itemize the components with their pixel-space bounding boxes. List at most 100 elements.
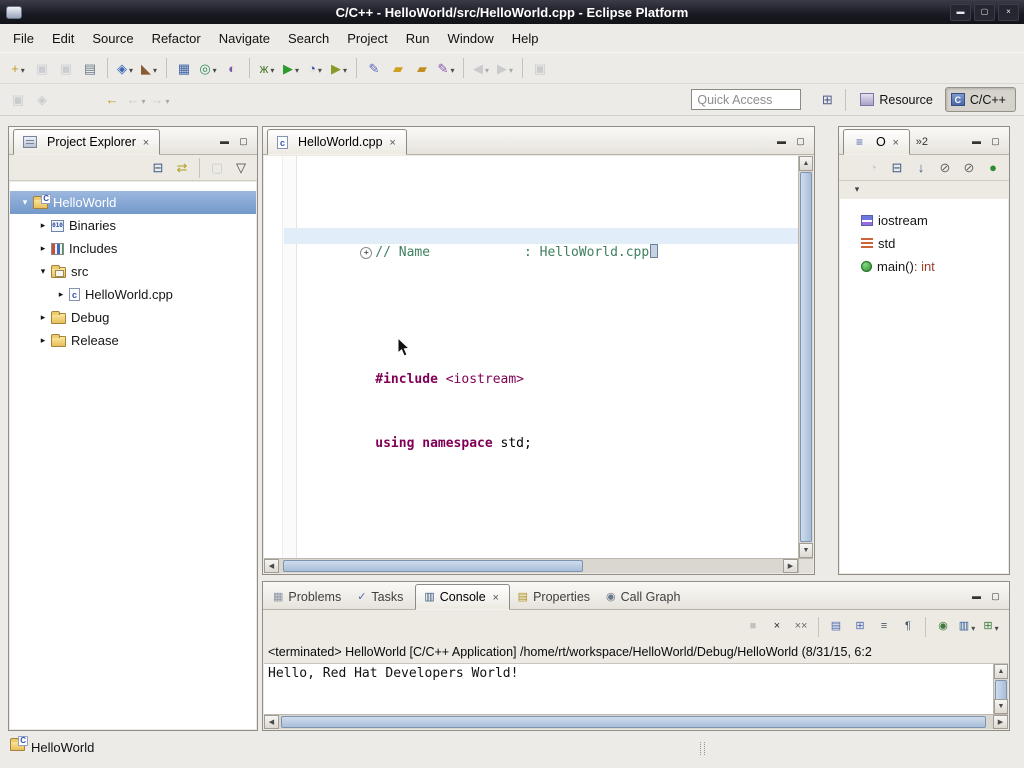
minimize-button[interactable]: ▬ xyxy=(950,4,971,21)
scroll-left-icon[interactable] xyxy=(264,715,279,729)
maximize-view-button[interactable]: ▢ xyxy=(986,133,1005,149)
tree-item-release[interactable]: Release xyxy=(10,329,256,352)
toolbar-item[interactable] xyxy=(166,58,167,78)
scroll-down-icon[interactable] xyxy=(799,543,813,558)
expand-arrow-icon[interactable] xyxy=(36,243,50,254)
scrollbar-thumb[interactable] xyxy=(800,172,812,542)
tree-item-src[interactable]: src xyxy=(10,260,256,283)
code-line[interactable] xyxy=(264,484,798,500)
toolbar-item[interactable] xyxy=(356,58,357,78)
window-menu-icon[interactable] xyxy=(6,6,22,19)
collapse-all-button[interactable]: ⊟ xyxy=(886,157,908,179)
display-console-button[interactable]: ▥ xyxy=(956,616,978,638)
scroll-down-icon[interactable] xyxy=(994,699,1008,714)
mark-occurrences-button[interactable]: ✎ xyxy=(363,57,385,79)
code-line[interactable]: #include <iostream> xyxy=(264,356,798,372)
run-button[interactable]: ▶ xyxy=(280,57,302,79)
scroll-lock-button[interactable]: ≡ xyxy=(873,616,895,638)
toolbar-item[interactable] xyxy=(463,58,464,78)
menu-item[interactable]: Run xyxy=(397,27,439,50)
dropdown-arrow-icon[interactable] xyxy=(19,61,25,76)
toolbar-item[interactable] xyxy=(107,58,108,78)
expand-arrow-icon[interactable] xyxy=(36,335,50,346)
expand-arrow-icon[interactable] xyxy=(36,220,50,231)
fold-toggle-icon[interactable] xyxy=(342,244,375,260)
word-wrap-button[interactable]: ¶ xyxy=(897,616,919,638)
open-console-button[interactable]: ⊞ xyxy=(980,616,1002,638)
menu-item[interactable]: Refactor xyxy=(143,27,210,50)
save-button[interactable]: ▣ xyxy=(31,57,53,79)
print-button[interactable]: ▤ xyxy=(79,57,101,79)
dropdown-arrow-icon[interactable] xyxy=(483,61,489,76)
dropdown-arrow-icon[interactable] xyxy=(341,61,347,76)
close-icon[interactable] xyxy=(141,135,151,149)
save-all-button[interactable]: ▣ xyxy=(55,57,77,79)
dropdown-arrow-icon[interactable] xyxy=(211,61,217,76)
tab-console[interactable]: ▥ Console xyxy=(415,584,509,610)
menu-item[interactable]: Navigate xyxy=(210,27,279,50)
view-menu-button[interactable]: ▾ xyxy=(846,182,868,197)
expand-arrow-icon[interactable] xyxy=(36,266,50,277)
menu-item[interactable]: Project xyxy=(338,27,396,50)
expand-arrow-icon[interactable] xyxy=(18,197,32,208)
scroll-right-icon[interactable] xyxy=(783,559,798,573)
editor-area[interactable]: // Name : HelloWorld.cpp #include <iostr… xyxy=(264,156,813,573)
tab-helloworld-cpp[interactable]: HelloWorld.cpp xyxy=(267,129,407,155)
open-element-button[interactable]: ▰ xyxy=(387,57,409,79)
perspective-resource-button[interactable]: Resource xyxy=(854,87,943,112)
tab-problems[interactable]: ▦ Problems xyxy=(265,584,349,610)
scroll-right-icon[interactable] xyxy=(993,715,1008,729)
outline-item-main[interactable]: main() : int xyxy=(840,255,1008,278)
editor-vertical-scrollbar[interactable] xyxy=(798,156,813,558)
link-with-editor-button[interactable]: ⇄ xyxy=(171,157,193,179)
console-horizontal-scrollbar[interactable] xyxy=(264,714,1008,729)
dropdown-arrow-icon[interactable] xyxy=(969,619,975,634)
terminate-button[interactable]: ■ xyxy=(742,616,764,638)
hide-fields-button[interactable]: ⊘ xyxy=(934,157,956,179)
console-output[interactable]: Hello, Red Hat Developers World! xyxy=(264,663,1008,714)
close-button[interactable]: × xyxy=(998,4,1019,21)
menu-item[interactable]: Window xyxy=(439,27,503,50)
toolbar-item[interactable] xyxy=(249,58,250,78)
menu-item[interactable]: Source xyxy=(83,27,142,50)
code-line[interactable]: int main() { xyxy=(264,548,798,558)
code-line[interactable]: using namespace std; xyxy=(264,420,798,436)
previous-edit-button[interactable]: ◀ xyxy=(470,57,492,79)
expand-arrow-icon[interactable] xyxy=(36,312,50,323)
dropdown-arrow-icon[interactable] xyxy=(316,61,322,76)
maximize-view-button[interactable]: ▢ xyxy=(986,588,1005,604)
export-log-button[interactable]: ▤ xyxy=(825,616,847,638)
pin-editor-button[interactable]: ▣ xyxy=(7,89,29,111)
toolbar-item[interactable] xyxy=(55,89,99,111)
close-icon[interactable] xyxy=(491,590,501,604)
tree-item-helloworld-cpp[interactable]: HelloWorld.cpp xyxy=(10,283,256,306)
last-edit-location-button[interactable]: ← xyxy=(101,89,123,111)
import-log-button[interactable]: ⊞ xyxy=(849,616,871,638)
maximize-button[interactable]: ▢ xyxy=(974,4,995,21)
toolbar-item[interactable] xyxy=(818,617,819,637)
quick-access-input[interactable] xyxy=(691,89,801,110)
focus-button[interactable]: ◔ xyxy=(862,157,884,179)
profile-button[interactable]: ◔ xyxy=(304,57,326,79)
close-icon[interactable] xyxy=(388,135,398,149)
code-template-button[interactable]: ◐ xyxy=(221,57,243,79)
scroll-left-icon[interactable] xyxy=(264,559,279,573)
dropdown-arrow-icon[interactable] xyxy=(139,92,145,107)
external-tools-button[interactable]: ▶ xyxy=(328,57,350,79)
view-menu-button[interactable]: ▽ xyxy=(230,157,252,179)
search-button[interactable]: ✎ xyxy=(435,57,457,79)
tab-project-explorer[interactable]: Project Explorer xyxy=(13,129,160,155)
close-icon[interactable] xyxy=(891,135,901,149)
hide-non-public-button[interactable]: ● xyxy=(982,157,1004,179)
menu-item[interactable]: Search xyxy=(279,27,338,50)
dropdown-arrow-icon[interactable] xyxy=(151,61,157,76)
toolbar-item[interactable] xyxy=(925,617,926,637)
next-edit-button[interactable]: ▶ xyxy=(494,57,516,79)
scroll-up-icon[interactable] xyxy=(994,664,1008,679)
dropdown-arrow-icon[interactable] xyxy=(163,92,169,107)
tree-item-helloworld[interactable]: HelloWorld xyxy=(10,191,256,214)
open-perspective-button[interactable]: ⊞ xyxy=(816,89,838,111)
tree-item-binaries[interactable]: Binaries xyxy=(10,214,256,237)
code-line[interactable] xyxy=(264,292,798,308)
code-line[interactable]: // Name : HelloWorld.cpp xyxy=(264,228,798,244)
